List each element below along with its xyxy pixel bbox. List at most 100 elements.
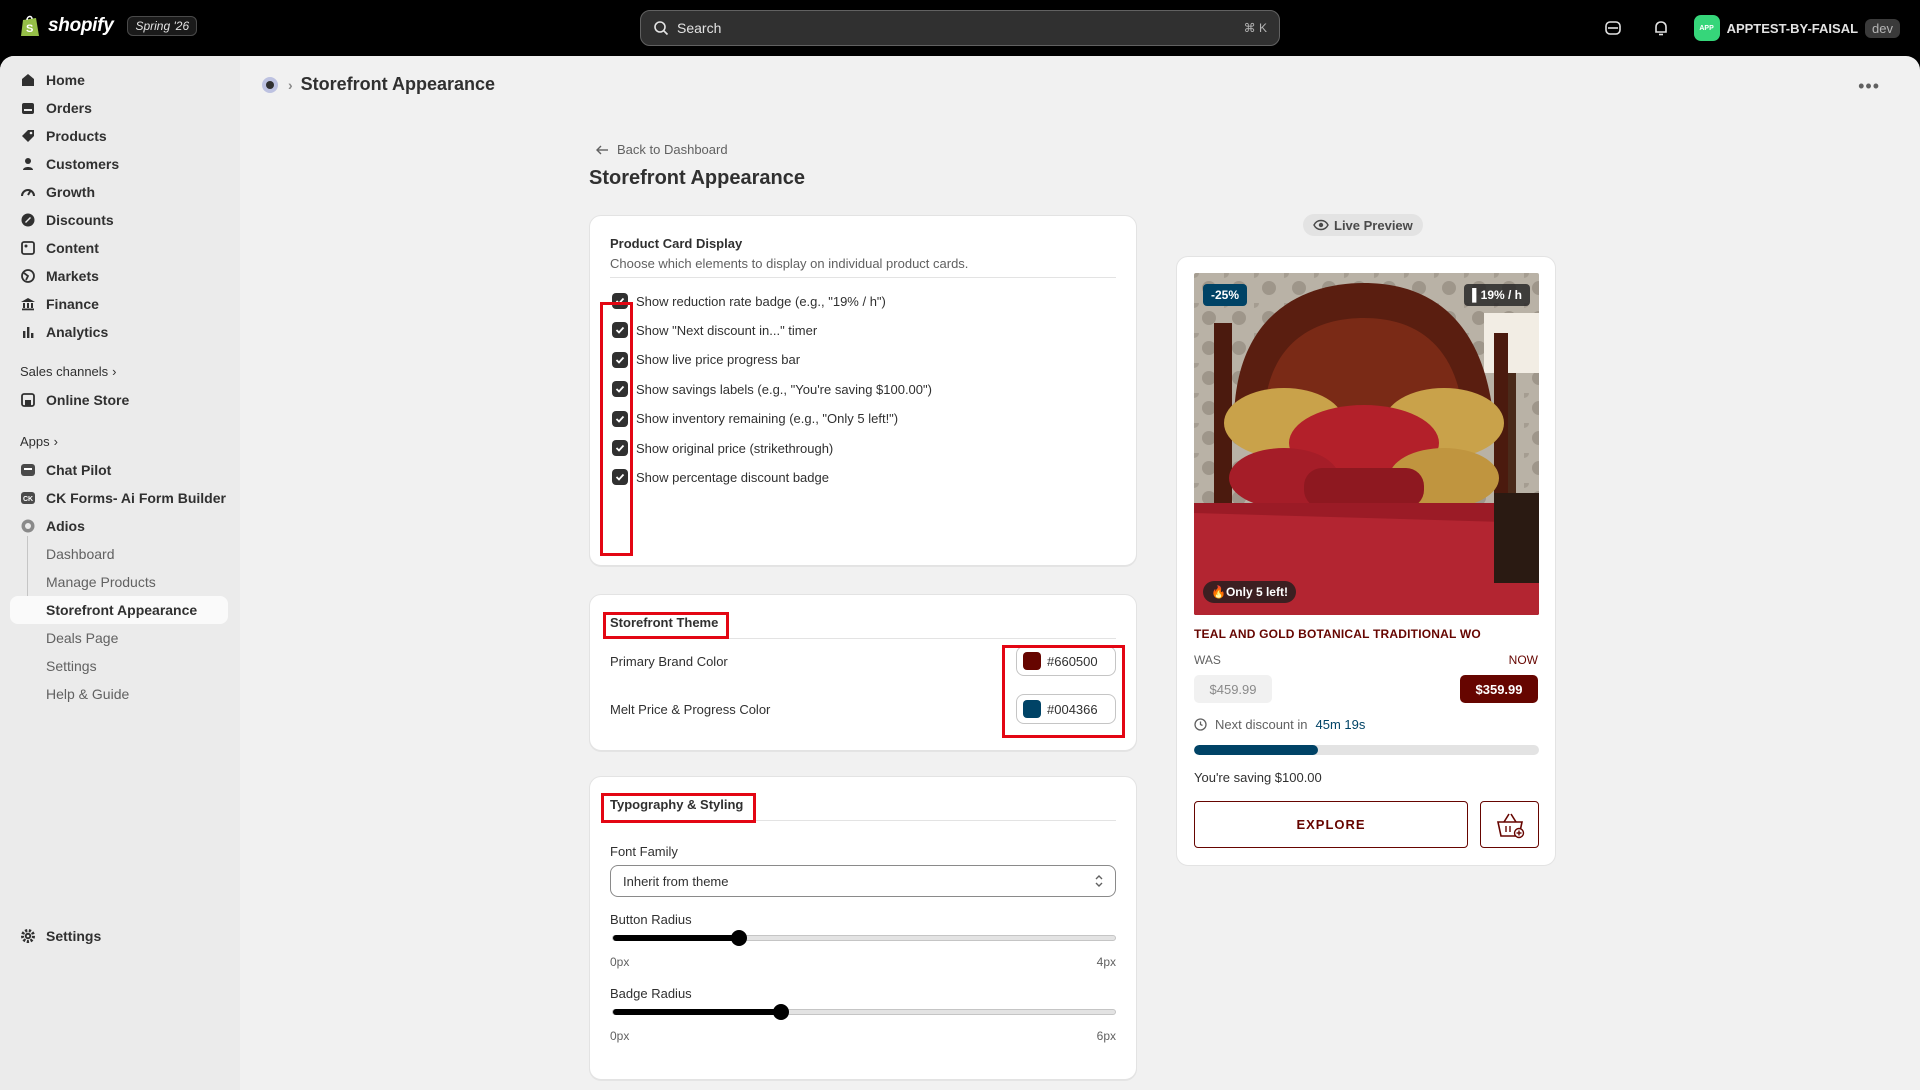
savings-label: You're saving $100.00 (1194, 770, 1322, 785)
globe-icon (21, 269, 35, 283)
sidebar-item-home[interactable]: Home (10, 66, 228, 94)
next-discount-timer: Next discount in 45m 19s (1194, 717, 1365, 732)
store-switcher[interactable]: APP APPTEST-BY-FAISAL dev (1693, 15, 1900, 41)
discount-badge: -25% (1203, 284, 1248, 306)
badge-radius-slider[interactable] (612, 1004, 1116, 1020)
sidebar-item-label: Home (46, 72, 85, 88)
discount-icon (21, 213, 35, 227)
sidebar-item-online-store[interactable]: Online Store (10, 386, 228, 414)
button-radius-label: Button Radius (610, 912, 692, 927)
chevron-right-icon: › (112, 364, 117, 379)
sidebar-item-content[interactable]: Content (10, 234, 228, 262)
search-bar[interactable]: ⌘ K (640, 10, 1280, 46)
bell-icon[interactable] (1646, 13, 1676, 43)
sidebar-item-orders[interactable]: Orders (10, 94, 228, 122)
button-radius-slider[interactable] (612, 930, 1116, 946)
forms-app-icon: CK (21, 492, 35, 504)
checkbox-label: Show reduction rate badge (e.g., "19% / … (636, 293, 886, 309)
sales-channels-header[interactable]: Sales channels › (20, 364, 117, 379)
sidebar-item-markets[interactable]: Markets (10, 262, 228, 290)
select-chevron-icon (1095, 875, 1103, 887)
more-actions-icon[interactable]: ••• (1858, 76, 1880, 97)
display-option-row[interactable]: Show savings labels (e.g., "You're savin… (612, 381, 932, 398)
inventory-badge: 🔥Only 5 left! (1203, 581, 1296, 603)
sidebar-item-chat-pilot[interactable]: Chat Pilot (10, 456, 228, 484)
display-option-row[interactable]: Show percentage discount badge (612, 469, 829, 486)
search-input[interactable] (677, 20, 1226, 36)
checkbox-label: Show "Next discount in..." timer (636, 322, 818, 338)
sidebar-item-label: Adios (46, 518, 85, 534)
chat-app-icon (21, 464, 35, 476)
sidebar-item-label: Analytics (46, 324, 109, 340)
person-icon (23, 158, 33, 170)
sidebar-item-analytics[interactable]: Analytics (10, 318, 228, 346)
sidebar-item-label: Growth (46, 184, 95, 200)
sidekick-icon[interactable] (1598, 13, 1628, 43)
admin-frame: Home Orders Products Customers Growth Di… (0, 56, 1920, 1090)
search-shortcut: ⌘ K (1243, 21, 1267, 35)
basket-plus-icon (1496, 813, 1524, 838)
current-price: $359.99 (1460, 675, 1538, 703)
card-subtitle: Choose which elements to display on indi… (610, 256, 969, 271)
release-badge[interactable]: Spring '26 (127, 16, 198, 36)
adios-app-icon[interactable] (260, 75, 280, 95)
sidebar-subitem-help-guide[interactable]: Help & Guide (46, 686, 129, 702)
sidebar-item-adios[interactable]: Adios (10, 512, 228, 540)
sidebar-item-label: Settings (46, 928, 102, 944)
sidebar-item-discounts[interactable]: Discounts (10, 206, 228, 234)
store-name: APPTEST-BY-FAISAL (1726, 20, 1859, 36)
was-label: WAS (1194, 653, 1221, 667)
bar-icon: ▌ (1472, 288, 1481, 302)
arrow-left-icon (596, 145, 608, 154)
card-title: Product Card Display (610, 236, 743, 251)
badge-radius-min: 0px (610, 1029, 630, 1043)
sidebar-item-ck-forms[interactable]: CK CK Forms- Ai Form Builder (10, 484, 228, 512)
content-icon (21, 241, 35, 255)
font-family-select[interactable]: Inherit from theme (610, 865, 1116, 897)
checkbox-label: Show live price progress bar (636, 352, 801, 368)
slider-fill (613, 1009, 781, 1015)
explore-button[interactable]: EXPLORE (1194, 801, 1468, 848)
display-option-row[interactable]: Show "Next discount in..." timer (612, 322, 818, 339)
section-label: Apps (20, 434, 50, 449)
sidebar-item-products[interactable]: Products (10, 122, 228, 150)
breadcrumb-title: Storefront Appearance (300, 74, 496, 94)
gear-icon (21, 929, 35, 943)
display-option-row[interactable]: Show original price (strikethrough) (612, 440, 833, 456)
sidebar-item-label: Discounts (46, 212, 114, 228)
sidebar-subitem-settings[interactable]: Settings (46, 658, 97, 674)
display-option-row[interactable]: Show live price progress bar (612, 351, 801, 368)
slider-thumb[interactable] (773, 1004, 789, 1020)
sidebar-subitem-deals-page[interactable]: Deals Page (46, 630, 118, 646)
store-env-badge: dev (1865, 18, 1900, 38)
page-title: Storefront Appearance (589, 167, 805, 189)
slider-thumb[interactable] (731, 930, 747, 946)
sidebar-item-customers[interactable]: Customers (10, 150, 228, 178)
sidebar-item-finance[interactable]: Finance (10, 290, 228, 318)
sidebar-subitem-storefront-appearance[interactable]: Storefront Appearance (46, 602, 197, 618)
adios-app-icon (21, 519, 35, 533)
apps-header[interactable]: Apps › (20, 434, 58, 449)
sidebar-item-growth[interactable]: Growth (10, 178, 228, 206)
display-option-row[interactable]: Show inventory remaining (e.g., "Only 5 … (612, 410, 899, 427)
sidebar-subitem-dashboard[interactable]: Dashboard (46, 546, 115, 562)
shopify-logo[interactable]: S shopify Spring '26 (20, 14, 198, 38)
chevron-right-icon: › (53, 434, 58, 449)
back-link[interactable]: Back to Dashboard (595, 142, 728, 157)
add-to-cart-button[interactable] (1480, 801, 1539, 848)
melt-color-label: Melt Price & Progress Color (610, 702, 771, 717)
checkbox-label: Show savings labels (e.g., "You're savin… (636, 381, 932, 397)
sidebar-item-settings[interactable]: Settings (10, 922, 228, 950)
sidebar-item-label: Chat Pilot (46, 462, 112, 478)
product-title[interactable]: TEAL AND GOLD BOTANICAL TRADITIONAL WO (1194, 627, 1481, 641)
product-image[interactable]: -25% ▌19% / h 🔥Only 5 left! (1194, 273, 1539, 615)
breadcrumb: › Storefront Appearance (260, 74, 495, 95)
sidebar-item-label: Online Store (46, 392, 130, 408)
checkbox-label: Show inventory remaining (e.g., "Only 5 … (636, 411, 899, 427)
button-radius-min: 0px (610, 955, 630, 969)
product-preview-card: -25% ▌19% / h 🔥Only 5 left! TEAL AND GOL… (1176, 256, 1556, 866)
sidebar-subitem-manage-products[interactable]: Manage Products (46, 574, 156, 590)
sidebar-item-label: Finance (46, 296, 99, 312)
display-option-row[interactable]: Show reduction rate badge (e.g., "19% / … (612, 293, 886, 309)
badge-radius-label: Badge Radius (610, 986, 692, 1001)
